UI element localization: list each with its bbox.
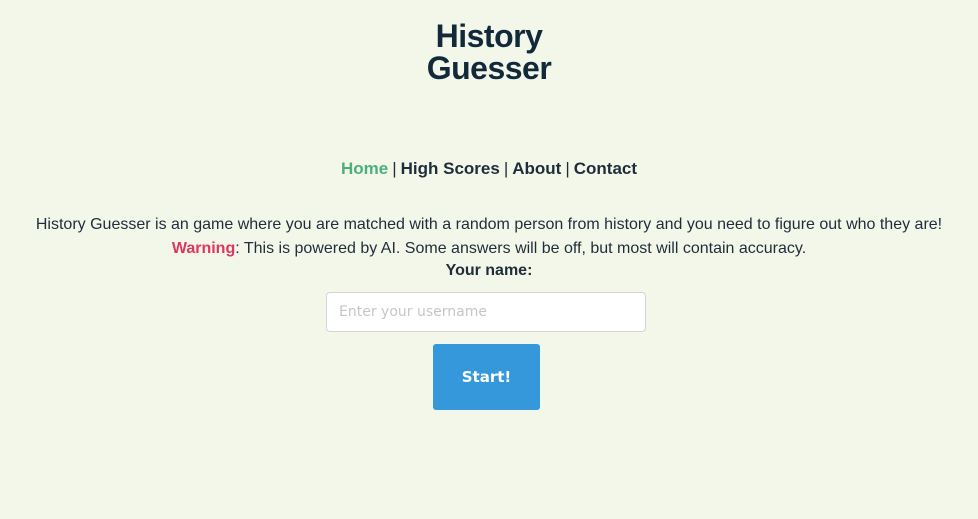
nav-home-link[interactable]: Home (341, 159, 388, 178)
nav-about-link[interactable]: About (512, 159, 561, 178)
nav-contact-link[interactable]: Contact (574, 159, 637, 178)
warning-line: Warning: This is powered by AI. Some ans… (0, 237, 978, 261)
nav-separator: | (392, 159, 397, 178)
username-input[interactable] (326, 292, 646, 332)
nav-separator: | (503, 159, 509, 178)
intro-text: History Guesser is an game where you are… (0, 213, 978, 261)
nav-high-scores-link[interactable]: High Scores (401, 159, 500, 178)
main-nav: Home | High Scores | About | Contact (0, 159, 978, 179)
logo: History Guesser (0, 20, 978, 84)
logo-line-1: History (435, 18, 543, 54)
warning-text: : This is powered by AI. Some answers wi… (235, 240, 807, 257)
nav-separator: | (565, 159, 570, 178)
logo-line-2: Guesser (426, 50, 552, 86)
warning-label: Warning (171, 240, 236, 257)
name-label: Your name: (445, 262, 533, 279)
description: History Guesser is an game where you are… (35, 216, 943, 233)
start-button[interactable]: Start! (433, 344, 540, 410)
